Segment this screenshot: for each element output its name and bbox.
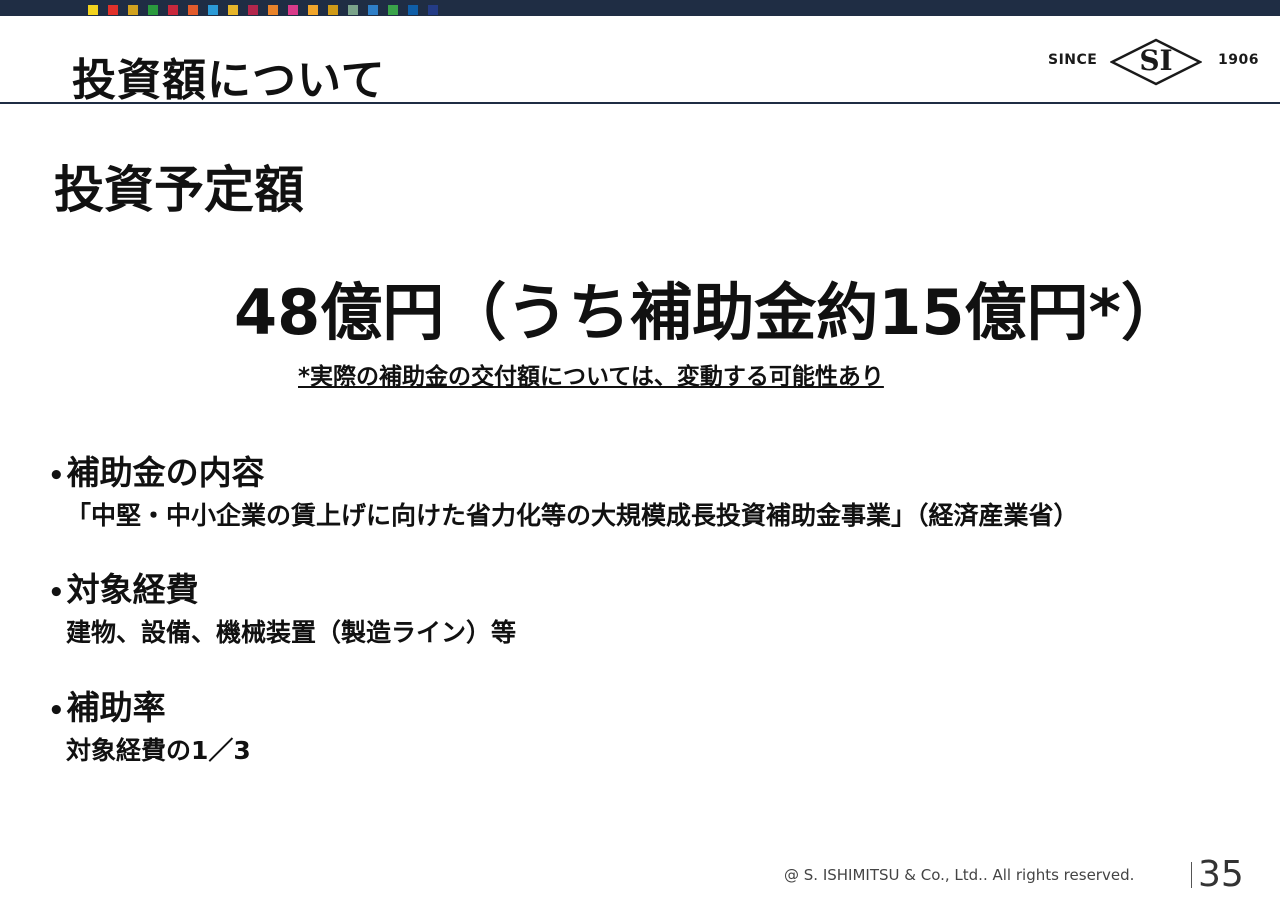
color-swatch	[408, 5, 418, 15]
bullet-marker: •	[48, 461, 65, 491]
color-swatch	[308, 5, 318, 15]
bullet-body: 建物、設備、機械装置（製造ライン）等	[66, 618, 517, 647]
color-swatch	[188, 5, 198, 15]
color-swatch	[208, 5, 218, 15]
bullet-target-expenses: •対象経費 建物、設備、機械装置（製造ライン）等	[48, 563, 516, 649]
page-title: 投資額について	[72, 55, 386, 106]
bullet-title: •補助金の内容	[48, 446, 1079, 494]
bullet-title-text: 対象経費	[66, 570, 199, 609]
bullet-subsidy-content: •補助金の内容 「中堅・中小企業の賃上げに向けた省力化等の大規模成長投資補助金事…	[48, 446, 1079, 532]
color-swatch	[368, 5, 378, 15]
color-swatch	[388, 5, 398, 15]
color-swatch	[428, 5, 438, 15]
subsidy-footnote: *実際の補助金の交付額については、変動する可能性あり	[298, 364, 884, 390]
color-swatch	[248, 5, 258, 15]
page-number-divider	[1191, 862, 1192, 888]
color-swatch	[148, 5, 158, 15]
bullet-title-text: 補助率	[66, 688, 166, 727]
logo-mark-text: SI	[1139, 44, 1173, 77]
bullet-title: •対象経費	[48, 563, 516, 611]
page-number: 35	[1198, 854, 1244, 895]
bullet-marker: •	[48, 578, 65, 608]
logo-since-text: SINCE	[1048, 52, 1098, 68]
bullet-body: 対象経費の1／3	[66, 736, 251, 765]
bullet-marker: •	[48, 696, 65, 726]
color-swatch	[288, 5, 298, 15]
company-logo: SINCE SI 1906	[1048, 38, 1260, 86]
section-heading: 投資予定額	[54, 161, 304, 219]
copyright-text: @ S. ISHIMITSU & Co., Ltd.. All rights r…	[784, 866, 1135, 884]
logo-year-text: 1906	[1218, 52, 1259, 68]
color-swatch	[108, 5, 118, 15]
color-swatch	[268, 5, 278, 15]
bullet-title-text: 補助金の内容	[66, 453, 265, 492]
color-swatch	[228, 5, 238, 15]
bullet-title: •補助率	[48, 681, 251, 729]
color-swatch	[168, 5, 178, 15]
investment-amount: 48億円（うち補助金約15億円*）	[234, 276, 1183, 349]
color-swatch	[128, 5, 138, 15]
bullet-subsidy-rate: •補助率 対象経費の1／3	[48, 681, 251, 767]
title-divider	[0, 102, 1280, 104]
color-swatch	[328, 5, 338, 15]
bullet-body: 「中堅・中小企業の賃上げに向けた省力化等の大規模成長投資補助金事業」（経済産業省…	[66, 501, 1079, 530]
color-swatch	[348, 5, 358, 15]
color-swatch	[88, 5, 98, 15]
